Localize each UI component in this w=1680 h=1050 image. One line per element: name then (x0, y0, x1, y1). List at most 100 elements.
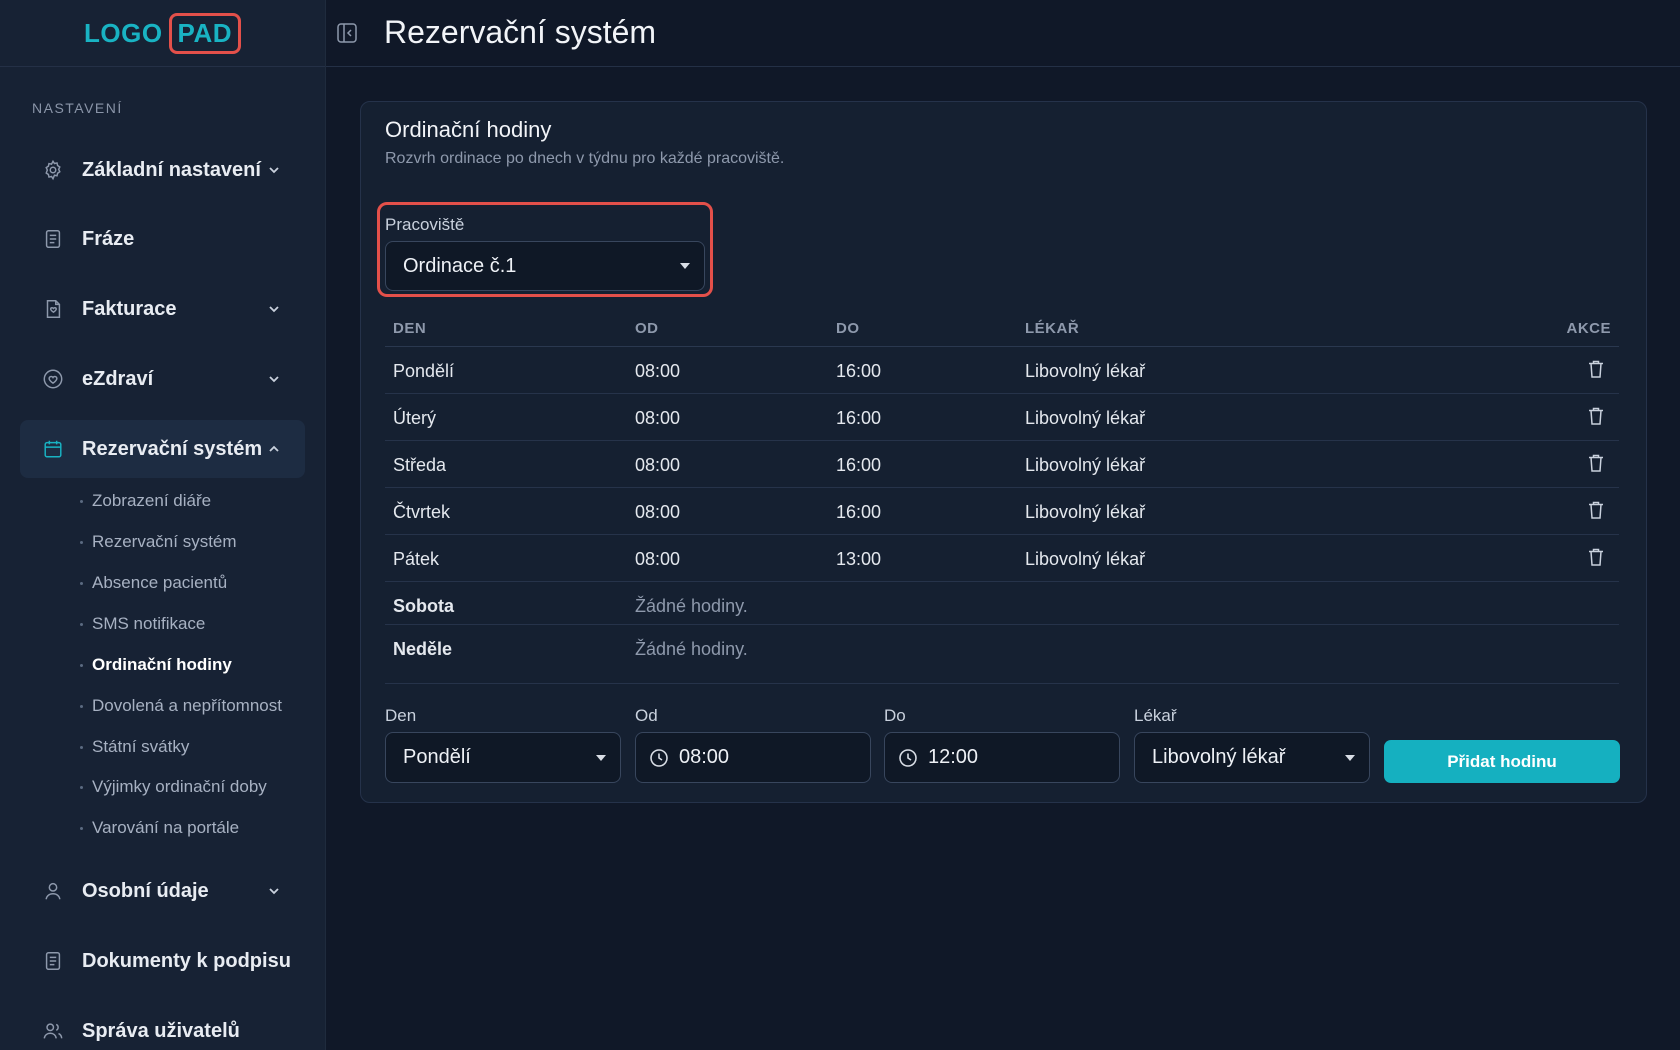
sidebar-section-label: NASTAVENÍ (32, 100, 123, 116)
doctor-select[interactable]: Libovolný lékař (1134, 732, 1370, 783)
sidebar: LOGO PAD NASTAVENÍ Základní nastavení Fr… (0, 0, 326, 1050)
chevron-down-icon (269, 376, 279, 383)
topbar: Rezervační systém (326, 0, 1680, 67)
bullet (80, 745, 83, 749)
sidebar-item-rezervacni-system[interactable]: Rezervační systém (20, 420, 305, 478)
subitem-label: Dovolená a nepřítomnost (92, 696, 282, 715)
sidebar-item-label: Správa uživatelů (82, 1019, 240, 1042)
caret-down-icon (596, 754, 606, 761)
logo-text-logo: LOGO (83, 17, 163, 48)
table-row: Pondělí 08:00 16:00 Libovolný lékař (385, 347, 1619, 394)
card-description: Rozvrh ordinace po dnech v týdnu pro kaž… (385, 150, 785, 167)
subitem-label: Varování na portále (92, 818, 240, 837)
trash-icon[interactable] (1585, 452, 1607, 474)
sidebar-item-label: Dokumenty k podpisu (82, 949, 291, 972)
page-title: Rezervační systém (384, 14, 657, 50)
cell-day: Pátek (393, 549, 440, 569)
sidebar-item-label: Rezervační systém (82, 437, 263, 460)
sidebar-item-label: Osobní údaje (82, 879, 209, 902)
day-select[interactable]: Pondělí (385, 732, 621, 783)
subitem-ordinacni-hodiny[interactable]: Ordinační hodiny (80, 655, 232, 675)
sidebar-item-label: Fakturace (82, 297, 177, 320)
sidebar-toggle-icon[interactable] (336, 22, 358, 44)
trash-icon[interactable] (1585, 546, 1607, 568)
trash-icon[interactable] (1585, 405, 1607, 427)
cell-doctor: Libovolný lékař (1025, 549, 1146, 569)
user-icon (42, 880, 64, 902)
workplace-select[interactable]: Ordinace č.1 (385, 241, 705, 291)
caret-down-icon (1345, 754, 1355, 761)
subitem-absence-pacientu[interactable]: Absence pacientů (80, 573, 227, 593)
col-header-from: OD (635, 320, 659, 337)
cell-no-hours: Žádné hodiny. (635, 639, 748, 659)
hours-table: DEN OD DO LÉKAŘ AKCE Pondělí 08:00 16:00… (385, 307, 1619, 668)
gear-icon (42, 159, 64, 181)
bullet (80, 540, 83, 544)
sidebar-item-osobni-udaje[interactable]: Osobní údaje (20, 862, 305, 920)
subitem-zobrazeni-diare[interactable]: Zobrazení diáře (80, 491, 211, 511)
chevron-up-icon (269, 445, 279, 452)
cell-day: Sobota (393, 596, 454, 616)
invoice-icon (42, 298, 64, 320)
to-label: Do (884, 706, 906, 725)
subitem-dovolena[interactable]: Dovolená a nepřítomnost (80, 696, 282, 716)
cell-day: Pondělí (393, 361, 455, 381)
sidebar-item-sprava-uzivatelu[interactable]: Správa uživatelů (20, 1002, 305, 1050)
bullet (80, 785, 83, 789)
trash-icon[interactable] (1585, 499, 1607, 521)
from-time-input[interactable]: 08:00 (635, 732, 871, 783)
chevron-down-icon (269, 167, 279, 174)
sidebar-item-zakladni-nastaveni[interactable]: Základní nastavení (20, 141, 305, 199)
sidebar-item-label: Základní nastavení (82, 158, 261, 181)
opening-hours-card: Ordinační hodiny Rozvrh ordinace po dnec… (360, 101, 1647, 803)
col-header-actions: AKCE (1566, 320, 1611, 337)
caret-down-icon (680, 263, 690, 269)
subitem-statni-svatky[interactable]: Státní svátky (80, 737, 189, 757)
bullet (80, 826, 83, 830)
workplace-select-value: Ordinace č.1 (403, 254, 517, 277)
bullet (80, 622, 83, 626)
subitem-label: Státní svátky (92, 737, 190, 756)
subitem-varovani[interactable]: Varování na portále (80, 818, 239, 838)
from-label: Od (635, 706, 658, 725)
table-header: DEN OD DO LÉKAŘ AKCE (385, 307, 1619, 347)
chevron-down-icon (269, 888, 279, 895)
subitem-label: Zobrazení diáře (92, 491, 212, 510)
cell-to: 16:00 (836, 408, 882, 428)
clock-icon (899, 748, 917, 767)
subitem-sms-notifikace[interactable]: SMS notifikace (80, 614, 205, 634)
cell-day: Neděle (393, 639, 453, 659)
day-label: Den (385, 706, 417, 725)
cell-from: 08:00 (635, 361, 681, 381)
workplace-label: Pracoviště (385, 215, 465, 234)
sidebar-item-ezdravi[interactable]: eZdraví (20, 350, 305, 408)
sidebar-item-fakturace[interactable]: Fakturace (20, 280, 305, 338)
table-row-empty: Sobota Žádné hodiny. (385, 582, 1619, 625)
bullet (80, 704, 83, 708)
sidebar-item-dokumenty[interactable]: Dokumenty k podpisu (20, 932, 305, 990)
subitem-vyjimky[interactable]: Výjimky ordinační doby (80, 777, 267, 797)
subitem-label: Ordinační hodiny (92, 655, 232, 674)
col-header-to: DO (836, 320, 860, 337)
table-row: Středa 08:00 16:00 Libovolný lékař (385, 441, 1619, 488)
cell-day: Čtvrtek (393, 502, 451, 522)
logo-text-pad: PAD (168, 12, 242, 54)
add-hour-button[interactable]: Přidat hodinu (1384, 740, 1620, 783)
sidebar-item-label: Fráze (82, 227, 135, 250)
form-divider (385, 683, 1619, 684)
cell-doctor: Libovolný lékař (1025, 502, 1146, 522)
calendar-icon (42, 438, 64, 460)
subitem-rezervacni-system[interactable]: Rezervační systém (80, 532, 237, 552)
bullet (80, 663, 83, 667)
to-time-input[interactable]: 12:00 (884, 732, 1120, 783)
table-row-empty: Neděle Žádné hodiny. (385, 625, 1619, 668)
cell-to: 16:00 (836, 361, 882, 381)
cell-no-hours: Žádné hodiny. (635, 596, 748, 616)
col-header-doctor: LÉKAŘ (1025, 320, 1080, 337)
logo[interactable]: LOGO PAD (0, 0, 325, 67)
card-title: Ordinační hodiny (385, 117, 552, 142)
heart-icon (42, 368, 64, 390)
sidebar-item-fraze[interactable]: Fráze (20, 210, 305, 268)
trash-icon[interactable] (1585, 358, 1607, 380)
cell-day: Úterý (393, 408, 437, 428)
